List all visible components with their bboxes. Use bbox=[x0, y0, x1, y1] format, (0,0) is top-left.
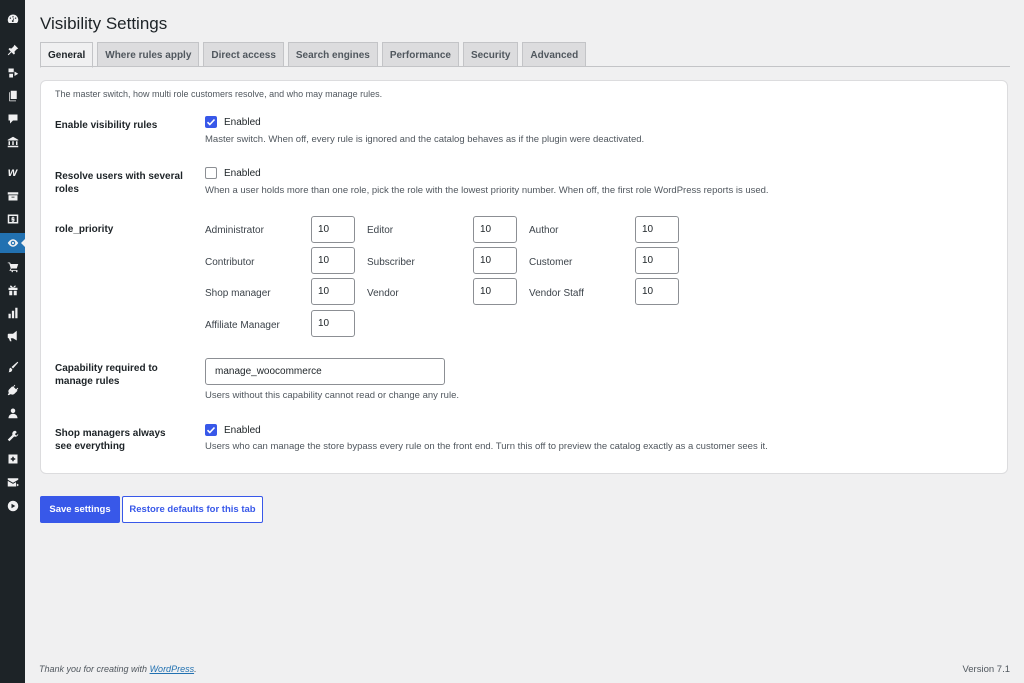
shop-managers-control[interactable]: Enabled bbox=[205, 424, 261, 436]
restore-defaults-button[interactable]: Restore defaults for this tab bbox=[122, 496, 263, 523]
pin-icon[interactable] bbox=[0, 40, 25, 60]
priority-input-vendor[interactable] bbox=[473, 278, 517, 305]
role-name: Customer bbox=[529, 257, 573, 268]
priority-input-editor[interactable] bbox=[473, 216, 517, 243]
role-priority-label: role_priority bbox=[55, 224, 114, 235]
plugin-icon[interactable] bbox=[0, 380, 25, 400]
footer-thanks: Thank you for creating with WordPress. bbox=[39, 664, 197, 674]
priority-input-administrator[interactable] bbox=[311, 216, 355, 243]
enable-rules-checkbox-label: Enabled bbox=[224, 116, 261, 128]
resolve-roles-control[interactable]: Enabled bbox=[205, 167, 261, 179]
resolve-roles-checkbox[interactable] bbox=[205, 167, 217, 179]
gift-icon[interactable] bbox=[0, 280, 25, 300]
brush-icon[interactable] bbox=[0, 357, 25, 377]
mail-icon[interactable] bbox=[0, 472, 25, 492]
money-icon[interactable] bbox=[0, 209, 25, 229]
tab-security[interactable]: Security bbox=[462, 42, 519, 67]
comments-icon[interactable] bbox=[0, 109, 25, 129]
tab-search-engines[interactable]: Search engines bbox=[287, 42, 378, 67]
footer-thanks-text: Thank you for creating with bbox=[39, 664, 150, 674]
role-name: Subscriber bbox=[367, 257, 415, 268]
role-name: Author bbox=[529, 225, 559, 236]
role-name: Administrator bbox=[205, 225, 264, 236]
priority-input-shop-manager[interactable] bbox=[311, 278, 355, 305]
play-icon[interactable] bbox=[0, 496, 25, 516]
media-icon[interactable] bbox=[0, 63, 25, 83]
wordpress-link[interactable]: WordPress bbox=[150, 664, 195, 674]
stats-icon[interactable] bbox=[0, 303, 25, 323]
footer-thanks-suffix: . bbox=[194, 664, 197, 674]
tabs-divider bbox=[40, 66, 1010, 67]
user-icon[interactable] bbox=[0, 403, 25, 423]
resolve-roles-checkbox-label: Enabled bbox=[224, 167, 261, 179]
shop-managers-help: Users who can manage the store bypass ev… bbox=[205, 441, 768, 452]
woo-icon[interactable]: w bbox=[0, 162, 25, 182]
pages-icon[interactable] bbox=[0, 86, 25, 106]
enable-rules-control[interactable]: Enabled bbox=[205, 116, 261, 128]
shop-managers-checkbox[interactable] bbox=[205, 424, 217, 436]
dashboard-icon[interactable] bbox=[0, 9, 25, 29]
visibility-icon[interactable] bbox=[0, 233, 26, 253]
shop-managers-checkbox-label: Enabled bbox=[224, 424, 261, 436]
role-name: Contributor bbox=[205, 257, 255, 268]
tab-performance[interactable]: Performance bbox=[381, 42, 459, 67]
tab-direct-access[interactable]: Direct access bbox=[203, 42, 284, 67]
card-description: The master switch, how multi role custom… bbox=[55, 89, 383, 99]
cart-icon[interactable] bbox=[0, 257, 25, 277]
priority-input-author[interactable] bbox=[635, 216, 679, 243]
priority-input-contributor[interactable] bbox=[311, 247, 355, 274]
role-name: Editor bbox=[367, 225, 394, 236]
priority-input-customer[interactable] bbox=[635, 247, 679, 274]
shop-managers-label: Shop managers always see everything bbox=[55, 428, 166, 452]
priority-input-vendor-staff[interactable] bbox=[635, 278, 679, 305]
tab-advanced[interactable]: Advanced bbox=[522, 42, 587, 67]
footer-version: Version 7.1 bbox=[962, 664, 1010, 675]
tab-general[interactable]: General bbox=[40, 42, 94, 68]
save-settings-button[interactable]: Save settings bbox=[40, 496, 120, 523]
archive-icon[interactable] bbox=[0, 186, 25, 206]
role-name: Vendor Staff bbox=[529, 288, 584, 299]
megaphone-icon[interactable] bbox=[0, 326, 25, 346]
role-name: Shop manager bbox=[205, 288, 271, 299]
page-title: Visibility Settings bbox=[40, 14, 168, 33]
priority-input-affiliate-manager[interactable] bbox=[311, 310, 355, 337]
enable-rules-checkbox[interactable] bbox=[205, 116, 217, 128]
resolve-roles-help: When a user holds more than one role, pi… bbox=[205, 185, 769, 196]
tab-where-rules-apply[interactable]: Where rules apply bbox=[97, 42, 200, 67]
role-name: Affiliate Manager bbox=[205, 320, 280, 331]
enable-rules-help: Master switch. When off, every rule is i… bbox=[205, 134, 645, 145]
resolve-roles-label: Resolve users with several roles bbox=[55, 171, 183, 195]
wrench-icon[interactable] bbox=[0, 426, 25, 446]
settings-tabs: General Where rules apply Direct access … bbox=[40, 42, 587, 68]
bank-icon[interactable] bbox=[0, 132, 25, 152]
admin-sidebar: w bbox=[0, 0, 26, 683]
role-name: Vendor bbox=[367, 288, 399, 299]
enable-rules-label: Enable visibility rules bbox=[55, 120, 158, 131]
plus-square-icon[interactable] bbox=[0, 449, 25, 469]
capability-input[interactable] bbox=[205, 358, 445, 385]
capability-help: Users without this capability cannot rea… bbox=[205, 390, 459, 401]
capability-label: Capability required to manage rules bbox=[55, 363, 158, 387]
settings-card: The master switch, how multi role custom… bbox=[40, 80, 1008, 474]
priority-input-subscriber[interactable] bbox=[473, 247, 517, 274]
